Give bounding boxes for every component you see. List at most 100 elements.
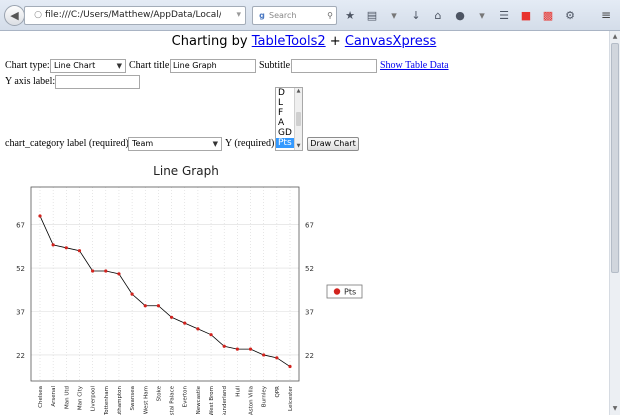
x-tick-label: Chelsea <box>38 386 44 408</box>
search-icon[interactable]: ⚲ <box>327 7 333 24</box>
scroll-down-icon[interactable]: ▼ <box>295 143 302 150</box>
listbox-option[interactable]: L <box>276 98 295 108</box>
listbox-scrollbar[interactable]: ▲ ▼ <box>294 88 302 150</box>
scrollbar-thumb[interactable] <box>611 43 619 273</box>
bookmarks-menu-icon[interactable]: ▾ <box>385 7 403 25</box>
menu-icon[interactable]: ≡ <box>598 7 614 23</box>
x-tick-label: Liverpool <box>91 386 97 412</box>
category-select[interactable]: Team ▼ <box>128 137 222 151</box>
listbox-scroll-thumb[interactable] <box>296 112 301 126</box>
addon-red-icon[interactable]: ■ <box>517 7 535 25</box>
x-tick-label: Aston Villa <box>249 386 255 415</box>
x-tick-label: Man City <box>77 385 83 410</box>
data-point <box>77 249 82 253</box>
x-tick-label: Hull <box>235 386 241 397</box>
chart-title: Line Graph <box>153 164 219 178</box>
data-point <box>183 321 187 325</box>
download-icon[interactable]: ↓ <box>407 7 425 25</box>
data-point <box>156 304 161 308</box>
scroll-up-icon[interactable]: ▲ <box>295 88 302 95</box>
data-point <box>104 269 108 273</box>
x-tick-label: Arsenal <box>51 386 57 407</box>
heading-plus: + <box>329 34 341 49</box>
y-required-label: Y (required): <box>225 138 278 149</box>
x-tick-label: Southampton <box>117 385 123 415</box>
y-tick-label-left: 67 <box>16 222 25 230</box>
page-title: Charting by TableTools2 + CanvasXpress <box>0 34 608 49</box>
plot-area-frame <box>30 186 300 382</box>
data-point <box>196 327 200 331</box>
heading-prefix: Charting by <box>171 34 248 49</box>
chart-title-label: Chart title: <box>129 60 173 71</box>
data-point <box>262 353 266 357</box>
listbox-option[interactable]: GD <box>276 128 295 138</box>
data-point <box>169 315 174 319</box>
canvasxpress-link[interactable]: CanvasXpress <box>345 34 436 49</box>
listbox-option-selected[interactable]: Pts <box>276 138 295 148</box>
x-tick-label: Everton <box>183 385 189 407</box>
chart-canvas: Line Graph 22 22 37 37 52 52 67 67 Chelsea Arsenal… <box>16 164 363 418</box>
y-column-listbox[interactable]: D L F A GD Pts ▲ ▼ <box>275 87 303 151</box>
line-chart: Line Graph 22 22 37 37 52 52 67 67 Chelsea Arsenal… <box>0 157 400 418</box>
x-tick-label: Swansea <box>130 386 136 410</box>
data-point <box>91 269 95 273</box>
page-content: Charting by TableTools2 + CanvasXpress C… <box>0 31 608 418</box>
home-icon[interactable]: ⌂ <box>429 7 447 25</box>
x-tick-label: West Brom <box>209 386 215 415</box>
data-point <box>275 356 279 360</box>
stack-icon[interactable]: ☰ <box>495 7 513 25</box>
data-point <box>130 292 134 296</box>
extension-icon[interactable]: ⚙ <box>561 7 579 25</box>
search-placeholder: Search <box>269 11 297 20</box>
scroll-up-icon[interactable]: ▲ <box>610 32 620 42</box>
url-bar[interactable]: ○ file:///C:/Users/Matthew/AppData/Local/… <box>24 6 246 25</box>
x-tick-label: Tottenham <box>104 386 110 415</box>
draw-chart-button[interactable]: Draw Chart <box>307 137 359 151</box>
reading-list-icon[interactable]: ▤ <box>363 7 381 25</box>
legend-label: Pts <box>344 288 356 297</box>
y-tick-label-right: 22 <box>305 352 314 360</box>
data-point <box>38 214 42 218</box>
chart-type-select[interactable]: Line Chart ▼ <box>50 59 126 73</box>
listbox-option[interactable]: D <box>276 88 295 98</box>
data-point <box>248 347 253 351</box>
search-bar[interactable]: g Search ⚲ <box>252 6 337 25</box>
series-line-pts <box>39 215 291 367</box>
listbox-option[interactable]: A <box>276 118 295 128</box>
legend-marker <box>333 288 341 295</box>
y-tick-label-left: 37 <box>16 309 25 317</box>
addon-menu-icon[interactable]: ▾ <box>473 7 491 25</box>
back-button[interactable]: ◀ <box>4 5 25 26</box>
x-tick-label: Burnley <box>262 385 268 407</box>
scroll-down-icon[interactable]: ▼ <box>610 404 620 414</box>
category-value: Team <box>132 139 154 148</box>
browser-toolbar: ◀ ○ file:///C:/Users/Matthew/AppData/Loca… <box>0 0 620 31</box>
pdf-icon[interactable]: ▩ <box>539 7 557 25</box>
subtitle-input[interactable] <box>291 59 377 73</box>
x-tick-label: Newcastle <box>196 385 202 414</box>
chart-type-label: Chart type: <box>5 60 50 71</box>
dropdown-icon[interactable]: ▾ <box>236 7 241 24</box>
listbox-option[interactable]: F <box>276 108 295 118</box>
x-tick-label: Stoke <box>156 385 162 401</box>
chevron-down-icon: ▼ <box>212 140 218 148</box>
y-tick-label-right: 37 <box>305 309 314 317</box>
bookmark-star-icon[interactable]: ★ <box>341 7 359 25</box>
x-tick-label: Man Utd <box>64 386 70 409</box>
y-tick-label-right: 52 <box>305 265 314 273</box>
url-text: file:///C:/Users/Matthew/AppData/Local/T… <box>45 10 221 20</box>
vertical-scrollbar[interactable]: ▲ ▼ <box>609 31 620 415</box>
data-point <box>51 243 55 247</box>
page-icon: ○ <box>34 10 42 20</box>
data-point <box>143 304 147 308</box>
x-tick-label: QPR <box>275 386 281 398</box>
show-table-data-link[interactable]: Show Table Data <box>380 60 449 72</box>
chart-title-input[interactable]: Line Graph <box>170 59 256 73</box>
chat-icon[interactable]: ● <box>451 7 469 25</box>
data-point <box>288 364 292 369</box>
search-engine-icon[interactable]: g <box>255 7 269 24</box>
data-point <box>64 246 68 250</box>
x-tick-label: Sunderland <box>222 386 228 415</box>
tabletools-link[interactable]: TableTools2 <box>252 34 326 49</box>
y-axis-input[interactable] <box>55 75 140 89</box>
